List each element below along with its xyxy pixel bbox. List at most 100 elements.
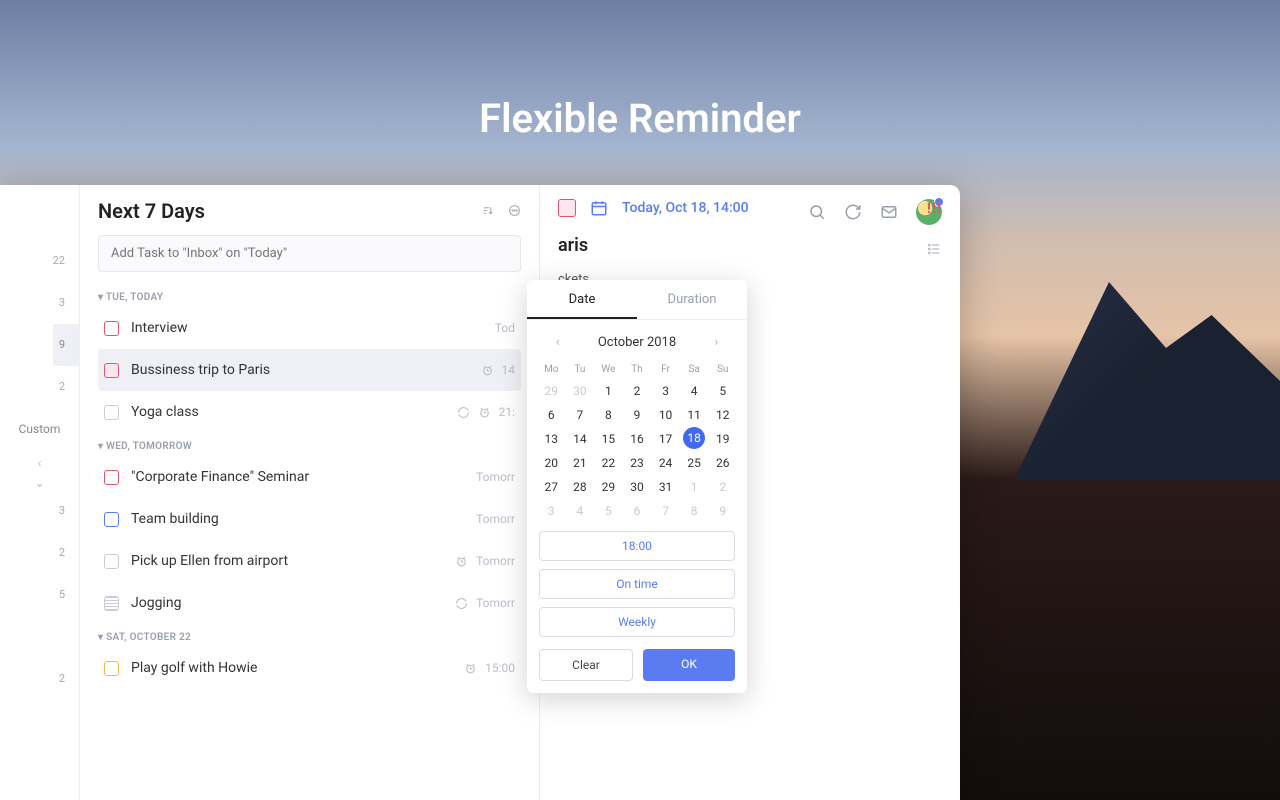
picker-tab[interactable]: Duration [637,280,747,319]
sidebar-count[interactable]: 2 [59,658,79,700]
calendar-day[interactable]: 30 [623,475,652,499]
repeat-option[interactable]: Weekly [539,607,735,637]
calendar-day[interactable]: 1 [680,475,709,499]
sidebar-count[interactable]: 2 [53,366,79,408]
sidebar-expand[interactable]: ⌄ [0,476,79,490]
calendar-day[interactable]: 16 [623,427,652,451]
picker-tab[interactable]: Date [527,280,637,319]
calendar-day[interactable]: 2 [708,475,737,499]
task-name: Interview [131,320,495,336]
calendar-day[interactable]: 10 [651,403,680,427]
calendar-day[interactable]: 1 [594,379,623,403]
task-row[interactable]: JoggingTomorr [98,582,521,624]
calendar-day[interactable]: 12 [708,403,737,427]
checkbox[interactable] [104,470,119,485]
checkbox[interactable] [104,554,119,569]
task-row[interactable]: Yoga class21: [98,391,521,433]
calendar-icon[interactable] [590,199,608,217]
calendar-day[interactable]: 7 [566,403,595,427]
task-list-pane: Next 7 Days TUE, TODAYInterviewTodBussin… [80,185,540,800]
detail-checkbox[interactable] [558,199,576,217]
calendar-day[interactable]: 21 [566,451,595,475]
checkbox[interactable] [104,405,119,420]
date-picker: DateDuration ‹ October 2018 › MoTuWeThFr… [527,280,747,693]
calendar-day[interactable]: 22 [594,451,623,475]
more-icon[interactable] [508,202,521,221]
checkbox[interactable] [104,596,119,611]
calendar-day[interactable]: 25 [680,451,709,475]
task-meta: 15:00 [464,661,515,675]
clear-button[interactable]: Clear [539,649,633,681]
calendar-day[interactable]: 4 [566,499,595,523]
sidebar-count[interactable]: 3 [53,282,79,324]
sort-icon[interactable] [481,202,494,221]
task-meta: Tomorr [455,596,515,610]
sidebar-count[interactable]: 3 [59,490,79,532]
calendar-day[interactable]: 27 [537,475,566,499]
calendar-day[interactable]: 9 [708,499,737,523]
task-name: Jogging [131,595,455,611]
month-next[interactable]: › [706,330,726,354]
calendar-day[interactable]: 26 [708,451,737,475]
task-meta: Tomorr [476,470,515,484]
calendar-day[interactable]: 4 [680,379,709,403]
calendar-day[interactable]: 3 [537,499,566,523]
calendar-day[interactable]: 20 [537,451,566,475]
calendar-day[interactable]: 31 [651,475,680,499]
month-prev[interactable]: ‹ [548,330,568,354]
sidebar-custom[interactable]: Custom [0,408,79,450]
calendar-day[interactable]: 30 [566,379,595,403]
calendar-day[interactable]: 5 [708,379,737,403]
calendar-day[interactable]: 29 [537,379,566,403]
calendar-day[interactable]: 19 [708,427,737,451]
task-row[interactable]: InterviewTod [98,307,521,349]
calendar-day[interactable]: 14 [566,427,595,451]
calendar-day[interactable]: 7 [651,499,680,523]
sidebar-count[interactable]: 9 [53,324,79,366]
calendar-day[interactable]: 24 [651,451,680,475]
calendar-day[interactable]: 17 [651,427,680,451]
task-row[interactable]: Team buildingTomorr [98,498,521,540]
task-row[interactable]: Bussiness trip to Paris14 [98,349,521,391]
calendar-day[interactable]: 28 [566,475,595,499]
calendar-day[interactable]: 11 [680,403,709,427]
add-task-input[interactable] [98,235,521,272]
sidebar-count[interactable]: 2 [59,532,79,574]
section-label[interactable]: SAT, OCTOBER 22 [98,632,521,643]
calendar-day[interactable]: 6 [537,403,566,427]
calendar-day[interactable]: 8 [680,499,709,523]
calendar-day[interactable]: 29 [594,475,623,499]
calendar-day[interactable]: 15 [594,427,623,451]
section-label[interactable]: TUE, TODAY [98,292,521,303]
sidebar-collapse-left[interactable]: ‹ [0,456,79,470]
checkbox[interactable] [104,512,119,527]
task-row[interactable]: Play golf with Howie15:00 [98,647,521,689]
calendar-day[interactable]: 5 [594,499,623,523]
detail-title[interactable] [558,235,942,256]
task-row[interactable]: "Corporate Finance" SeminarTomorr [98,456,521,498]
checkbox[interactable] [104,363,119,378]
calendar-day[interactable]: 13 [537,427,566,451]
calendar-day[interactable]: 3 [651,379,680,403]
calendar-day[interactable]: 23 [623,451,652,475]
task-name: Bussiness trip to Paris [131,362,481,378]
checkbox[interactable] [104,321,119,336]
outline-icon[interactable] [926,241,942,257]
sidebar-count[interactable]: 22 [53,240,79,282]
priority-indicator[interactable]: !!! [927,199,942,217]
checkbox[interactable] [104,661,119,676]
calendar-day[interactable]: 18 [683,427,705,449]
calendar-day[interactable]: 2 [623,379,652,403]
task-row[interactable]: Pick up Ellen from airportTomorr [98,540,521,582]
sidebar-count[interactable] [59,616,79,658]
time-option[interactable]: 18:00 [539,531,735,561]
section-label[interactable]: WED, TOMORROW [98,441,521,452]
calendar-day[interactable]: 6 [623,499,652,523]
alarm-option[interactable]: On time [539,569,735,599]
sidebar-count[interactable]: 5 [59,574,79,616]
calendar-day[interactable]: 9 [623,403,652,427]
detail-date[interactable]: Today, Oct 18, 14:00 [622,200,749,216]
calendar-day[interactable]: 8 [594,403,623,427]
ok-button[interactable]: OK [643,649,735,681]
dow-label: Th [623,360,652,379]
